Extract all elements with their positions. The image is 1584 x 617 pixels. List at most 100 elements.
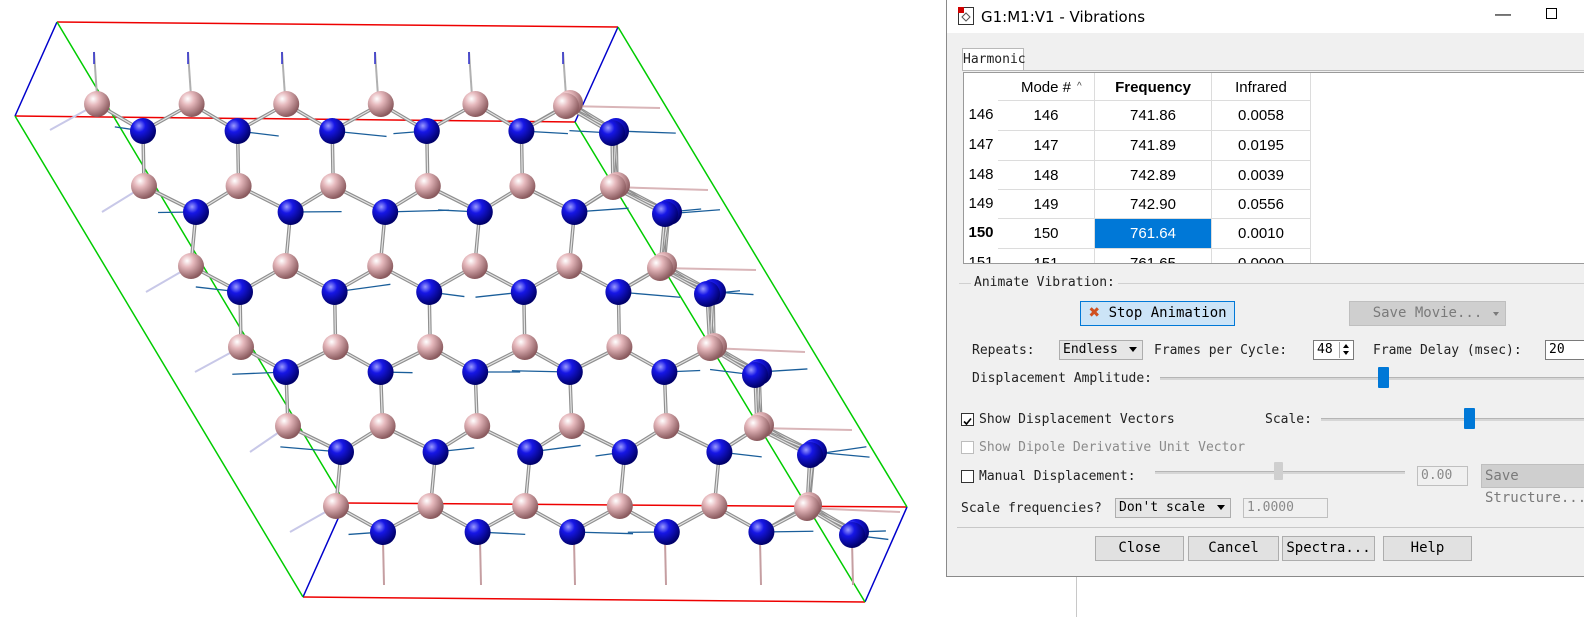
- manual-value-field[interactable]: 0.00: [1417, 466, 1468, 486]
- show-dipole-checkbox[interactable]: [961, 441, 974, 454]
- delay-field[interactable]: 20: [1545, 340, 1584, 360]
- save-movie-button[interactable]: Save Movie...: [1349, 301, 1506, 326]
- table-row[interactable]: 148 148 742.89 0.0039: [964, 160, 1311, 190]
- molecule-viewer[interactable]: [0, 0, 946, 617]
- row-header[interactable]: 148: [964, 160, 998, 190]
- atom-group: [84, 90, 869, 548]
- scale-slider-thumb[interactable]: [1464, 408, 1475, 429]
- row-header[interactable]: 151: [964, 248, 998, 263]
- cell-infrared[interactable]: 0.0195: [1212, 130, 1311, 160]
- stop-animation-button[interactable]: ✖ Stop Animation: [1080, 301, 1235, 326]
- cell-mode[interactable]: 150: [998, 218, 1095, 248]
- boron-atom: [178, 91, 205, 117]
- show-vectors-checkbox[interactable]: [961, 413, 974, 426]
- amplitude-label: Displacement Amplitude:: [972, 371, 1153, 386]
- cell-infrared[interactable]: 0.0556: [1212, 189, 1311, 219]
- cell-frequency[interactable]: 742.90: [1095, 189, 1212, 219]
- boron-atom: [744, 415, 770, 441]
- table-row[interactable]: 151 151 761.65 0.0000: [964, 248, 1311, 263]
- amplitude-slider-track[interactable]: [1160, 377, 1584, 380]
- table-row[interactable]: 149 149 742.90 0.0556: [964, 189, 1311, 219]
- save-structure-button[interactable]: Save Structure...: [1481, 464, 1584, 506]
- cell-frequency[interactable]: 741.86: [1095, 100, 1212, 130]
- scale-frequencies-select[interactable]: Don't scale: [1115, 498, 1231, 518]
- boron-atom: [322, 334, 349, 360]
- boron-atom: [84, 91, 110, 117]
- minimize-icon[interactable]: —: [1495, 6, 1511, 24]
- table-row-selected[interactable]: 150 150 761.64 0.0010: [964, 218, 1311, 248]
- cell-edge: [14, 21, 58, 117]
- boron-atom: [417, 493, 444, 519]
- table-row[interactable]: 147 147 741.89 0.0195: [964, 130, 1311, 160]
- terminal-bond: [573, 539, 576, 586]
- cell-mode[interactable]: 146: [998, 100, 1095, 130]
- nitrogen-atom: [277, 199, 304, 225]
- stop-icon: ✖: [1088, 305, 1101, 321]
- column-header-infrared[interactable]: Infrared: [1212, 73, 1311, 103]
- boron-atom: [511, 334, 538, 360]
- frames-spinbox[interactable]: 48: [1313, 340, 1354, 360]
- column-header-mode[interactable]: ^ Mode #: [998, 73, 1095, 103]
- cell-frequency[interactable]: 742.89: [1095, 160, 1212, 190]
- spectra-button[interactable]: Spectra...: [1282, 536, 1375, 561]
- boron-atom: [367, 253, 394, 279]
- background-window: [946, 577, 1584, 617]
- window-title: G1:M1:V1 - Vibrations: [981, 8, 1146, 26]
- boron-atom: [701, 493, 728, 519]
- maximize-icon[interactable]: [1546, 8, 1557, 19]
- column-header-frequency[interactable]: Frequency: [1095, 73, 1212, 103]
- nitrogen-atom: [367, 359, 394, 385]
- show-vectors-label: Show Displacement Vectors: [979, 412, 1175, 427]
- boron-atom: [512, 493, 539, 519]
- cell-frequency[interactable]: 741.89: [1095, 130, 1212, 160]
- boron-atom: [367, 91, 394, 117]
- scale-slider-track[interactable]: [1321, 418, 1584, 421]
- sort-caret-icon: ^: [1077, 81, 1082, 92]
- nitrogen-atom: [416, 279, 443, 305]
- row-header[interactable]: 149: [964, 189, 998, 219]
- nitrogen-atom: [224, 118, 251, 144]
- scale-frequencies-label: Scale frequencies?: [961, 501, 1102, 516]
- cell-infrared[interactable]: 0.0010: [1212, 218, 1311, 248]
- modes-table[interactable]: ^ Mode # Frequency Infrared 146 146 741.…: [963, 72, 1584, 264]
- molecule-canvas[interactable]: [0, 0, 946, 617]
- nitrogen-atom: [556, 359, 583, 385]
- nitrogen-atom: [227, 279, 253, 305]
- scale-factor-field[interactable]: 1.0000: [1243, 498, 1328, 518]
- cell-infrared[interactable]: 0.0058: [1212, 100, 1311, 130]
- row-header[interactable]: 146: [964, 100, 998, 130]
- table-row[interactable]: 146 146 741.86 0.0058: [964, 100, 1311, 130]
- nitrogen-atom: [510, 279, 537, 305]
- cell-frequency[interactable]: 761.65: [1095, 248, 1212, 263]
- row-header[interactable]: 150: [964, 218, 998, 248]
- row-header[interactable]: 147: [964, 130, 998, 160]
- boron-atom: [606, 493, 633, 519]
- manual-displacement-label: Manual Displacement:: [979, 469, 1136, 484]
- cell-frequency-selected[interactable]: 761.64: [1095, 218, 1212, 248]
- nitrogen-atom: [651, 359, 678, 385]
- nitrogen-atom: [559, 519, 586, 545]
- chevron-down-icon: [1217, 505, 1225, 510]
- close-button[interactable]: Close: [1095, 536, 1184, 561]
- boron-atom: [647, 255, 673, 281]
- manual-slider-thumb[interactable]: [1274, 462, 1283, 480]
- spin-buttons[interactable]: [1339, 342, 1352, 358]
- cell-infrared[interactable]: 0.0039: [1212, 160, 1311, 190]
- help-button[interactable]: Help: [1383, 536, 1472, 561]
- cell-infrared[interactable]: 0.0000: [1212, 248, 1311, 263]
- boron-atom: [417, 334, 444, 360]
- repeats-select[interactable]: Endless: [1059, 340, 1143, 360]
- nitrogen-atom: [130, 118, 156, 144]
- terminal-bond: [664, 539, 667, 586]
- cell-mode[interactable]: 148: [998, 160, 1095, 190]
- cell-mode[interactable]: 147: [998, 130, 1095, 160]
- cell-mode[interactable]: 151: [998, 248, 1095, 263]
- cell-mode[interactable]: 149: [998, 189, 1095, 219]
- terminal-bond: [759, 539, 762, 586]
- boron-atom: [414, 173, 441, 199]
- cancel-button[interactable]: Cancel: [1188, 536, 1279, 561]
- tab-harmonic[interactable]: Harmonic: [962, 48, 1026, 71]
- manual-displacement-checkbox[interactable]: [961, 470, 974, 483]
- boron-atom: [131, 173, 157, 199]
- amplitude-slider-thumb[interactable]: [1378, 367, 1389, 388]
